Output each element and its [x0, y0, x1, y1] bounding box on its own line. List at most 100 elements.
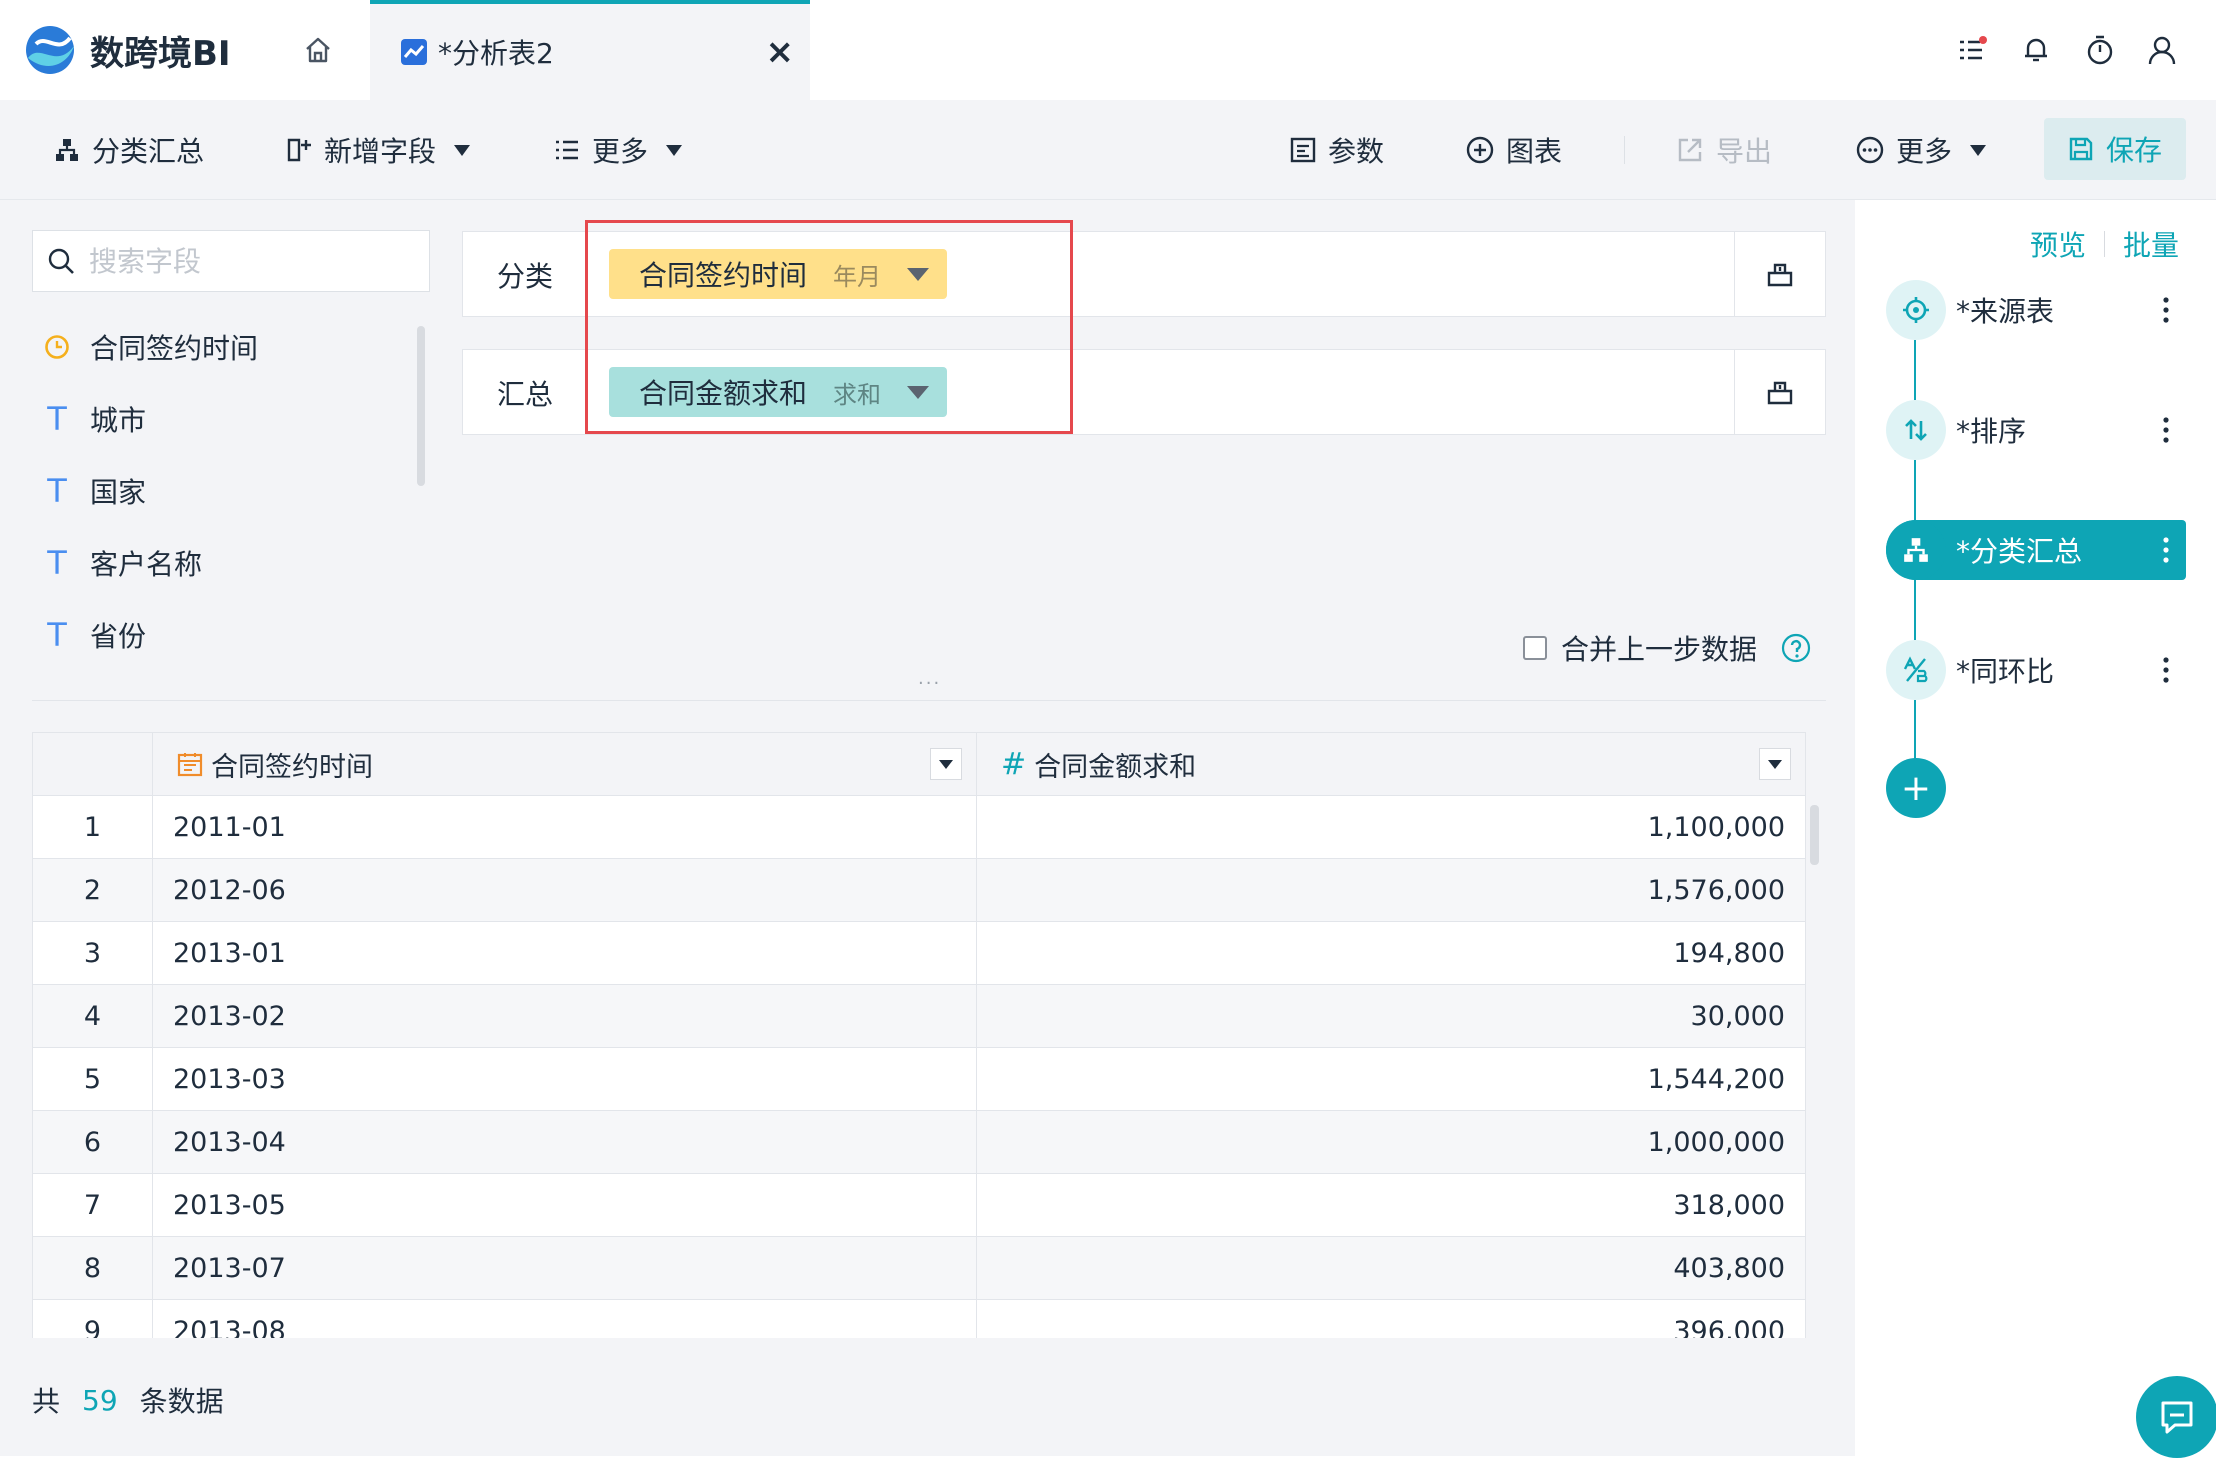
number-type-icon: # [1001, 746, 1027, 782]
row-index: 6 [32, 1110, 153, 1174]
preview-link[interactable]: 预览 [2030, 224, 2086, 264]
bell-icon[interactable] [2020, 34, 2052, 66]
step-source-table[interactable]: *来源表 [1886, 280, 2186, 340]
row-index: 9 [32, 1299, 153, 1338]
field-item[interactable]: T 省份 [40, 610, 146, 660]
tab-title: *分析表2 [438, 37, 554, 70]
table-row[interactable]: 1 2011-01 1,100,000 [32, 795, 1806, 859]
count-value: 59 [82, 1383, 118, 1417]
panel-divider [32, 700, 1826, 701]
add-field-button[interactable]: 新增字段 [286, 100, 471, 200]
step-label: *分类汇总 [1956, 535, 2083, 568]
row-index: 4 [32, 984, 153, 1048]
count-suffix: 条数据 [139, 1385, 224, 1418]
more-vertical-icon[interactable] [2146, 297, 2186, 323]
table-row[interactable]: 2 2012-06 1,576,000 [32, 858, 1806, 922]
step-group-summary[interactable]: *分类汇总 [1886, 520, 2186, 580]
field-item[interactable]: 合同签约时间 [40, 322, 258, 372]
merge-option[interactable]: 合并上一步数据 [1523, 628, 1811, 668]
search-icon [48, 248, 74, 274]
table-row[interactable]: 7 2013-05 318,000 [32, 1173, 1806, 1237]
column-header-amount[interactable]: # 合同金额求和 [976, 732, 1806, 796]
table-row[interactable]: 4 2013-02 30,000 [32, 984, 1806, 1048]
chart-button[interactable]: 图表 [1466, 100, 1562, 200]
add-field-label: 新增字段 [324, 135, 437, 168]
batch-link[interactable]: 批量 [2123, 224, 2179, 264]
chevron-down-icon [1970, 144, 1987, 156]
table-row[interactable]: 5 2013-03 1,544,200 [32, 1047, 1806, 1111]
more-right-button[interactable]: 更多 [1856, 100, 1987, 200]
count-prefix: 共 [32, 1385, 61, 1418]
table-row[interactable]: 6 2013-04 1,000,000 [32, 1110, 1806, 1174]
add-column-icon [287, 138, 311, 162]
more-left-button[interactable]: 更多 [554, 100, 683, 200]
export-button[interactable]: 导出 [1676, 100, 1772, 200]
more-right-label: 更多 [1896, 135, 1953, 168]
group-summary-button[interactable]: 分类汇总 [54, 100, 204, 200]
field-list-scrollbar[interactable] [417, 326, 425, 486]
column-menu-button[interactable] [1759, 748, 1791, 780]
chat-icon [2161, 1401, 2193, 1434]
task-list-icon[interactable] [1956, 34, 1988, 66]
amount-cell: 318,000 [976, 1173, 1806, 1237]
row-index: 1 [32, 795, 153, 859]
column-header-date[interactable]: 合同签约时间 [152, 732, 977, 796]
save-button[interactable]: 保存 [2044, 118, 2186, 180]
top-right-area [810, 0, 2216, 100]
column-menu-button[interactable] [930, 748, 962, 780]
group-summary-label: 分类汇总 [92, 135, 205, 168]
more-vertical-icon[interactable] [2146, 537, 2186, 563]
amount-cell: 194,800 [976, 921, 1806, 985]
table-scrollbar[interactable] [1810, 805, 1819, 865]
clear-category-button[interactable] [1734, 232, 1825, 316]
add-step-button[interactable]: + [1886, 758, 1946, 818]
step-period-comparison[interactable]: *同环比 [1886, 640, 2186, 700]
search-field[interactable] [32, 230, 430, 292]
table-row[interactable]: 3 2013-01 194,800 [32, 921, 1806, 985]
step-sort[interactable]: *排序 [1886, 400, 2186, 460]
date-cell: 2013-08 [152, 1299, 977, 1338]
hierarchy-icon [56, 139, 78, 161]
highlight-box [585, 220, 1073, 434]
chat-support-button[interactable] [2136, 1376, 2216, 1458]
search-input[interactable] [87, 243, 411, 279]
user-icon[interactable] [2146, 34, 2178, 66]
clear-summary-button[interactable] [1734, 350, 1825, 434]
amount-cell: 1,100,000 [976, 795, 1806, 859]
more-vertical-icon[interactable] [2146, 417, 2186, 443]
chart-label: 图表 [1506, 135, 1563, 168]
field-label: 省份 [90, 620, 147, 653]
date-cell: 2013-02 [152, 984, 977, 1048]
chart-tab-icon [401, 39, 427, 65]
clear-icon [1767, 263, 1793, 287]
timer-icon[interactable] [2084, 34, 2116, 66]
table-row[interactable]: 9 2013-08 396,000 [32, 1299, 1806, 1338]
text-type-icon: T [47, 544, 67, 582]
table-row[interactable]: 8 2013-07 403,800 [32, 1236, 1806, 1300]
field-label: 客户名称 [90, 548, 203, 581]
index-header [32, 732, 153, 796]
date-cell: 2013-04 [152, 1110, 977, 1174]
merge-checkbox[interactable] [1523, 636, 1547, 660]
field-item[interactable]: T 客户名称 [40, 538, 202, 588]
data-table: 合同签约时间 # 合同金额求和 1 2011-01 1,100,000 2 2012-… [32, 732, 1806, 1338]
more-vertical-icon[interactable] [2146, 657, 2186, 683]
field-label: 国家 [90, 476, 147, 509]
chevron-down-icon [939, 759, 953, 769]
logo-icon [26, 26, 74, 74]
resize-handle[interactable]: ... [918, 668, 941, 689]
field-item[interactable]: T 城市 [40, 394, 146, 444]
amount-cell: 403,800 [976, 1236, 1806, 1300]
chevron-down-icon [454, 144, 471, 156]
amount-cell: 1,000,000 [976, 1110, 1806, 1174]
field-item[interactable]: T 国家 [40, 466, 146, 516]
divider [2104, 231, 2106, 257]
tab-analysis-2[interactable]: *分析表2 × [370, 0, 810, 100]
home-tab[interactable] [268, 0, 368, 100]
help-icon[interactable] [1781, 633, 1811, 663]
field-label: 合同签约时间 [90, 332, 259, 365]
params-button[interactable]: 参数 [1290, 100, 1384, 200]
step-label: *排序 [1956, 415, 2027, 448]
close-tab-icon[interactable]: × [766, 32, 795, 72]
ratio-icon [1886, 640, 1946, 700]
